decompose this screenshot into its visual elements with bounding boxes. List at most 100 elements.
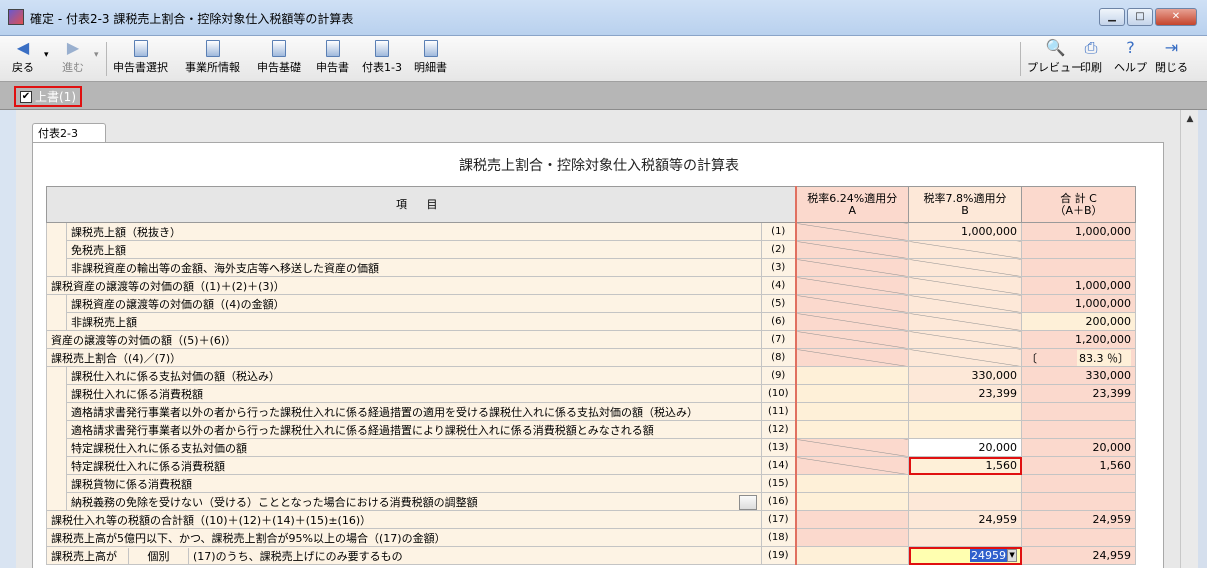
overwrite-checkbox[interactable]: ✔ 上書(1) [14, 86, 82, 107]
cell-b-input[interactable] [908, 402, 1023, 421]
statement-button[interactable]: 明細書 [414, 39, 447, 75]
table-row: 納税義務の免除を受けない（受ける）こととなった場合における消費税額の調整額 (1… [47, 492, 1137, 511]
cell-c [1021, 420, 1137, 439]
side-label-2: 個別 [129, 547, 189, 564]
schedule-1-3-button[interactable]: 付表1-3 [362, 39, 402, 75]
row-label: (17)のうち、課税売上げにのみ要するもの [193, 549, 403, 563]
cell-a-input[interactable] [794, 366, 910, 385]
cell-b: 24,959 [908, 510, 1023, 529]
row-label-19: 課税売上高が 個別 (17)のうち、課税売上げにのみ要するもの [46, 546, 762, 565]
row-label-with-button: 納税義務の免除を受けない（受ける）こととなった場合における消費税額の調整額 [66, 492, 762, 511]
cell-a-input[interactable] [794, 492, 910, 511]
row-number: (12) [760, 420, 797, 439]
tab-schedule-2-3[interactable]: 付表2-3 [32, 123, 106, 143]
cell-a-disabled [794, 438, 910, 457]
header-row: 項 目 税率6.24%適用分 A 税率7.8%適用分 B 合 計 C （A＋B） [45, 186, 1137, 223]
cell-a-input[interactable] [794, 546, 910, 565]
col-c-title: 合 計 C [1060, 191, 1097, 205]
select-return-button[interactable]: 申告書選択 [113, 39, 168, 75]
back-arrow-icon: ◀ [16, 38, 30, 57]
print-button[interactable]: ⎙ 印刷 [1080, 39, 1102, 75]
cell-b-input[interactable] [908, 420, 1023, 439]
preview-label: プレビュー [1027, 61, 1082, 74]
toolbar-separator [106, 42, 107, 76]
cell-b-input[interactable]: 20,000 [908, 438, 1023, 457]
table-row: 課税資産の譲渡等の対価の額（(1)＋(2)＋(3)） (4) 1,000,000 [46, 276, 1137, 295]
cell-b-disabled [908, 330, 1023, 349]
selected-value: 24959 [970, 548, 1008, 562]
cell-c-ratio[interactable]: 〔 83.3 ％〕 [1021, 348, 1137, 367]
forward-button[interactable]: ▶ 進む [62, 39, 84, 75]
table-row: 課税資産の譲渡等の対価の額（(4)の金額） (5) 1,000,000 [46, 294, 1137, 331]
cell-c [1021, 492, 1137, 511]
checkbox-icon[interactable]: ✔ [20, 90, 32, 103]
cell-a-input[interactable] [794, 402, 910, 421]
cell-c [1021, 402, 1137, 421]
table-row: 適格請求書発行事業者以外の者から行った課税仕入れに係る経過措置により課税仕入れに… [47, 420, 1137, 439]
table-row: 特定課税仕入れに係る消費税額 (14) 1,560 1,560 [47, 456, 1137, 475]
row-label: 課税売上額（税抜き） [66, 222, 762, 241]
cell-a-disabled [794, 294, 910, 313]
table-row: 課税仕入れ等の税額の合計額（(10)＋(12)＋(14)＋(15)±(16)） … [46, 510, 1137, 529]
document-icon [133, 40, 148, 57]
return-basis-label: 申告基礎 [257, 61, 301, 74]
cell-c: 1,000,000 [1021, 276, 1137, 295]
col-b-header: 税率7.8%適用分 B [908, 186, 1023, 223]
indent-cell [46, 222, 67, 277]
cell-c: 1,560 [1021, 456, 1137, 475]
cell-a-disabled [794, 240, 910, 259]
toolbar: ◀ 戻る ▾ ▶ 進む ▾ 申告書選択 事業所情報 申告基礎 申告書 付表1-3… [0, 36, 1207, 82]
cell-b-input[interactable]: 1,000,000 [908, 222, 1023, 241]
schedule-1-3-label: 付表1-3 [362, 61, 402, 74]
table-row: 課税仕入れに係る消費税額 (10) 23,399 23,399 [47, 384, 1137, 403]
form-icon [325, 40, 340, 57]
dropdown-arrow-icon[interactable]: ▼ [1007, 549, 1018, 563]
cell-b-input[interactable] [908, 474, 1023, 493]
row-number: (16) [760, 492, 797, 511]
basis-icon [272, 40, 286, 57]
exit-icon: ⇥ [1164, 38, 1179, 57]
row-number: (14) [760, 456, 797, 475]
schedule-icon [374, 40, 389, 57]
cell-a-disabled [794, 258, 910, 277]
cell-a-input[interactable] [794, 420, 910, 439]
office-info-button[interactable]: 事業所情報 [185, 39, 240, 75]
cell-c: 20,000 [1021, 438, 1137, 457]
maximize-button[interactable]: □ [1127, 8, 1153, 26]
preview-button[interactable]: 🔍 プレビュー [1027, 39, 1082, 75]
cell-b [908, 492, 1023, 511]
close-button[interactable]: ⇥ 閉じる [1155, 39, 1188, 75]
minimize-button[interactable]: ▁ [1099, 8, 1125, 26]
row-label: 資産の譲渡等の対価の額（(5)＋(6)） [46, 330, 762, 349]
cell-c: 1,000,000 [1021, 222, 1137, 241]
table-row: 資産の譲渡等の対価の額（(5)＋(6)） (7) 1,200,000 [46, 330, 1137, 349]
table-row: 免税売上額 (2) [47, 240, 1137, 259]
back-label: 戻る [12, 61, 34, 74]
back-button[interactable]: ◀ 戻る [12, 39, 34, 75]
col-a-header: 税率6.24%適用分 A [794, 186, 910, 223]
return-basis-button[interactable]: 申告基礎 [257, 39, 301, 75]
return-form-button[interactable]: 申告書 [316, 39, 349, 75]
row-label: 適格請求書発行事業者以外の者から行った課税仕入れに係る経過措置により課税仕入れに… [66, 420, 762, 439]
item-header: 項 目 [45, 186, 797, 223]
row-label: 特定課税仕入れに係る消費税額 [66, 456, 762, 475]
cell-a-input[interactable] [794, 384, 910, 403]
cell-c-input[interactable]: 200,000 [1021, 312, 1137, 331]
forward-dropdown-icon[interactable]: ▾ [94, 50, 99, 60]
return-form-label: 申告書 [316, 61, 349, 74]
close-window-button[interactable]: ✕ [1155, 8, 1197, 26]
help-button[interactable]: ? ヘルプ [1114, 39, 1147, 75]
row-number: (7) [760, 330, 797, 349]
overwrite-label: 上書(1) [35, 90, 76, 104]
scroll-up-icon[interactable]: ▲ [1182, 111, 1198, 127]
table-row: 課税売上割合（(4)／(7)） (8) 〔 83.3 ％〕 [46, 348, 1137, 367]
back-dropdown-icon[interactable]: ▾ [44, 50, 49, 60]
cell-b-editing[interactable]: 24959 ▼ [908, 546, 1023, 565]
cell-a-disabled [794, 348, 910, 367]
row-number: (18) [760, 528, 797, 547]
table-row: 課税売上高が5億円以下、かつ、課税売上割合が95%以上の場合（(17)の金額） … [46, 528, 1137, 547]
cell-b-highlighted[interactable]: 1,560 [908, 456, 1023, 475]
vertical-scrollbar[interactable]: ▲ [1180, 110, 1198, 568]
cell-a-input[interactable] [794, 474, 910, 493]
detail-button[interactable] [739, 494, 757, 510]
